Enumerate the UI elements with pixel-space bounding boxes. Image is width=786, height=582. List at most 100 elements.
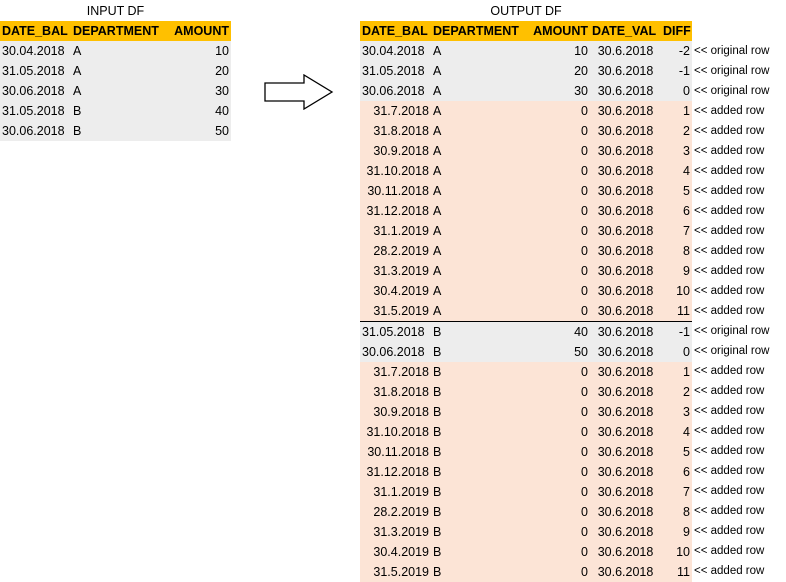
added-row-note: << added row <box>694 125 765 137</box>
added-row-note: << added row <box>694 225 765 237</box>
date-bal-cell: 31.12.2018 <box>366 465 429 479</box>
date-bal-cell: 31.05.2018 <box>362 325 425 339</box>
amount-cell: 0 <box>581 465 588 479</box>
date-bal-cell: 31.3.2019 <box>373 264 429 278</box>
department-cell: B <box>433 405 442 419</box>
output-header-date-bal: DATE_BAL <box>362 24 428 38</box>
amount-cell: 0 <box>581 204 588 218</box>
input-header-amount: AMOUNT <box>174 24 229 38</box>
table-row: 31.5.2019 A 0 30.6.2018 11 <box>360 301 692 321</box>
table-row: 31.7.2018 B 0 30.6.2018 1 <box>360 362 692 382</box>
date-val-cell: 30.6.2018 <box>597 505 654 519</box>
amount-cell: 0 <box>581 445 588 459</box>
date-bal-cell: 31.7.2018 <box>373 104 429 118</box>
amount-cell: 0 <box>581 224 588 238</box>
department-cell: B <box>433 465 442 479</box>
output-df-body: 30.04.2018 A 10 30.6.2018 -2 31.05.2018 A 20 30.… <box>360 41 692 582</box>
department-cell: A <box>433 204 442 218</box>
date-bal-cell: 31.10.2018 <box>366 164 429 178</box>
diff-cell: 10 <box>676 545 690 559</box>
diff-cell: 8 <box>683 244 690 258</box>
department-cell: B <box>433 325 442 339</box>
table-row: 30.04.2018 A 10 <box>0 41 231 61</box>
added-row-note: << added row <box>694 385 765 397</box>
diff-cell: 10 <box>676 284 690 298</box>
date-val-cell: 30.6.2018 <box>597 545 654 559</box>
date-bal-cell: 30.06.2018 <box>2 84 65 98</box>
department-cell: A <box>433 104 442 118</box>
input-df-header-row: DATE_BAL DEPARTMENT AMOUNT <box>0 21 231 41</box>
department-cell: A <box>433 164 442 178</box>
table-row: 28.2.2019 B 0 30.6.2018 8 <box>360 502 692 522</box>
diff-cell: 0 <box>683 345 690 359</box>
added-row-note: << added row <box>694 505 765 517</box>
added-row-note: << added row <box>694 145 765 157</box>
amount-cell: 0 <box>581 104 588 118</box>
date-bal-cell: 31.1.2019 <box>373 224 429 238</box>
date-bal-cell: 31.8.2018 <box>373 124 429 138</box>
date-val-cell: 30.6.2018 <box>597 525 654 539</box>
diff-cell: -1 <box>678 64 690 78</box>
department-cell: A <box>433 264 442 278</box>
added-row-note: << added row <box>694 525 765 537</box>
date-bal-cell: 31.5.2019 <box>373 304 429 318</box>
amount-cell: 10 <box>574 44 588 58</box>
added-row-note: << added row <box>694 565 765 577</box>
amount-cell: 20 <box>215 64 229 78</box>
table-row: 31.7.2018 A 0 30.6.2018 1 <box>360 101 692 121</box>
table-row: 31.05.2018 B 40 <box>0 101 231 121</box>
table-row: 30.9.2018 A 0 30.6.2018 3 <box>360 141 692 161</box>
diff-cell: -1 <box>678 325 690 339</box>
department-cell: A <box>73 44 82 58</box>
date-bal-cell: 30.06.2018 <box>2 124 65 138</box>
diff-cell: 11 <box>677 304 690 318</box>
amount-cell: 0 <box>581 545 588 559</box>
diff-cell: 1 <box>683 365 690 379</box>
original-row-note: << original row <box>694 325 770 337</box>
date-val-cell: 30.6.2018 <box>597 204 654 218</box>
amount-cell: 0 <box>581 505 588 519</box>
date-bal-cell: 30.4.2019 <box>373 284 429 298</box>
table-row: 30.9.2018 B 0 30.6.2018 3 <box>360 402 692 422</box>
table-row: 31.8.2018 B 0 30.6.2018 2 <box>360 382 692 402</box>
added-row-note: << added row <box>694 465 765 477</box>
table-row: 31.8.2018 A 0 30.6.2018 2 <box>360 121 692 141</box>
date-val-cell: 30.6.2018 <box>597 465 654 479</box>
date-val-cell: 30.6.2018 <box>597 164 654 178</box>
diff-cell: 6 <box>683 204 690 218</box>
department-cell: A <box>433 144 442 158</box>
amount-cell: 50 <box>215 124 229 138</box>
date-bal-cell: 30.06.2018 <box>362 84 425 98</box>
department-cell: B <box>433 365 442 379</box>
date-val-cell: 30.6.2018 <box>597 284 654 298</box>
department-cell: B <box>433 425 442 439</box>
added-row-note: << added row <box>694 245 765 257</box>
table-row: 31.12.2018 B 0 30.6.2018 6 <box>360 462 692 482</box>
added-row-note: << added row <box>694 105 765 117</box>
date-bal-cell: 31.7.2018 <box>373 365 429 379</box>
department-cell: B <box>433 445 442 459</box>
output-header-date-val: DATE_VAL <box>592 24 657 38</box>
amount-cell: 0 <box>581 164 588 178</box>
input-df-table: DATE_BAL DEPARTMENT AMOUNT 30.04.2018 A 10… <box>0 21 231 141</box>
diff-cell: 4 <box>683 425 690 439</box>
date-bal-cell: 28.2.2019 <box>373 244 429 258</box>
date-val-cell: 30.6.2018 <box>597 124 654 138</box>
date-val-cell: 30.6.2018 <box>597 565 654 579</box>
date-val-cell: 30.6.2018 <box>597 425 654 439</box>
diff-cell: 0 <box>683 84 690 98</box>
amount-cell: 30 <box>215 84 229 98</box>
department-cell: A <box>433 304 442 318</box>
output-df-caption: OUTPUT DF <box>490 4 562 18</box>
table-row: 31.3.2019 A 0 30.6.2018 9 <box>360 261 692 281</box>
date-val-cell: 30.6.2018 <box>597 144 654 158</box>
amount-cell: 0 <box>581 565 588 579</box>
amount-cell: 50 <box>574 345 588 359</box>
department-cell: B <box>73 104 82 118</box>
date-bal-cell: 31.1.2019 <box>373 485 429 499</box>
date-bal-cell: 31.3.2019 <box>373 525 429 539</box>
date-bal-cell: 31.12.2018 <box>366 204 429 218</box>
table-row: 30.06.2018 A 30 <box>0 81 231 101</box>
department-cell: B <box>73 124 82 138</box>
department-cell: A <box>433 224 442 238</box>
